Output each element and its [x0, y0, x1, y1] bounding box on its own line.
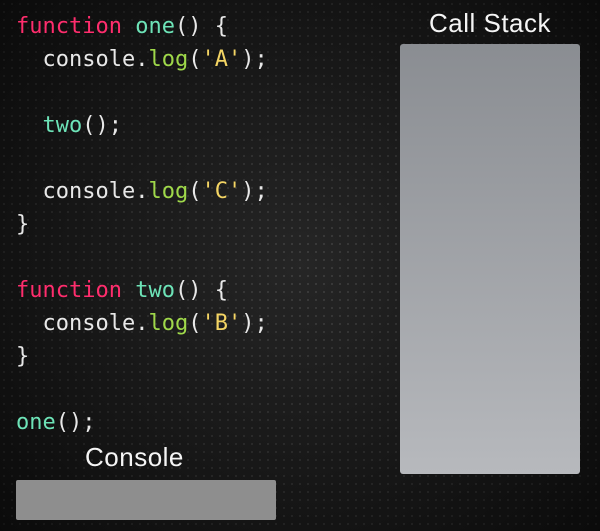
- code-token: [16, 311, 43, 336]
- code-token: () {: [175, 278, 228, 303]
- code-token: ();: [56, 410, 96, 435]
- code-token: 'A': [201, 47, 241, 72]
- code-token: }: [16, 212, 29, 237]
- code-block: function one() { console.log('A'); two()…: [16, 10, 268, 439]
- code-token: console: [43, 47, 136, 72]
- code-token: log: [148, 311, 188, 336]
- code-token: one: [16, 410, 56, 435]
- code-token: function: [16, 278, 122, 303]
- code-token: );: [241, 179, 268, 204]
- code-token: );: [241, 47, 268, 72]
- code-token: .: [135, 179, 148, 204]
- code-token: () {: [175, 14, 228, 39]
- code-token: 'C': [201, 179, 241, 204]
- console-panel: [16, 480, 276, 520]
- code-token: function: [16, 14, 122, 39]
- code-token: [122, 278, 135, 303]
- code-token: );: [241, 311, 268, 336]
- call-stack-label: Call Stack: [400, 8, 580, 39]
- code-token: [16, 47, 43, 72]
- code-token: .: [135, 311, 148, 336]
- code-token: [16, 113, 43, 138]
- code-token: two: [43, 113, 83, 138]
- console-label: Console: [85, 442, 184, 473]
- code-token: }: [16, 344, 29, 369]
- code-token: (: [188, 311, 201, 336]
- code-token: (: [188, 47, 201, 72]
- code-token: log: [148, 179, 188, 204]
- code-token: [16, 179, 43, 204]
- code-token: log: [148, 47, 188, 72]
- code-token: 'B': [201, 311, 241, 336]
- code-token: [122, 14, 135, 39]
- code-token: one: [135, 14, 175, 39]
- code-token: .: [135, 47, 148, 72]
- code-token: console: [43, 179, 136, 204]
- code-token: console: [43, 311, 136, 336]
- code-token: two: [135, 278, 175, 303]
- code-token: (: [188, 179, 201, 204]
- code-token: ();: [82, 113, 122, 138]
- call-stack-panel: [400, 44, 580, 474]
